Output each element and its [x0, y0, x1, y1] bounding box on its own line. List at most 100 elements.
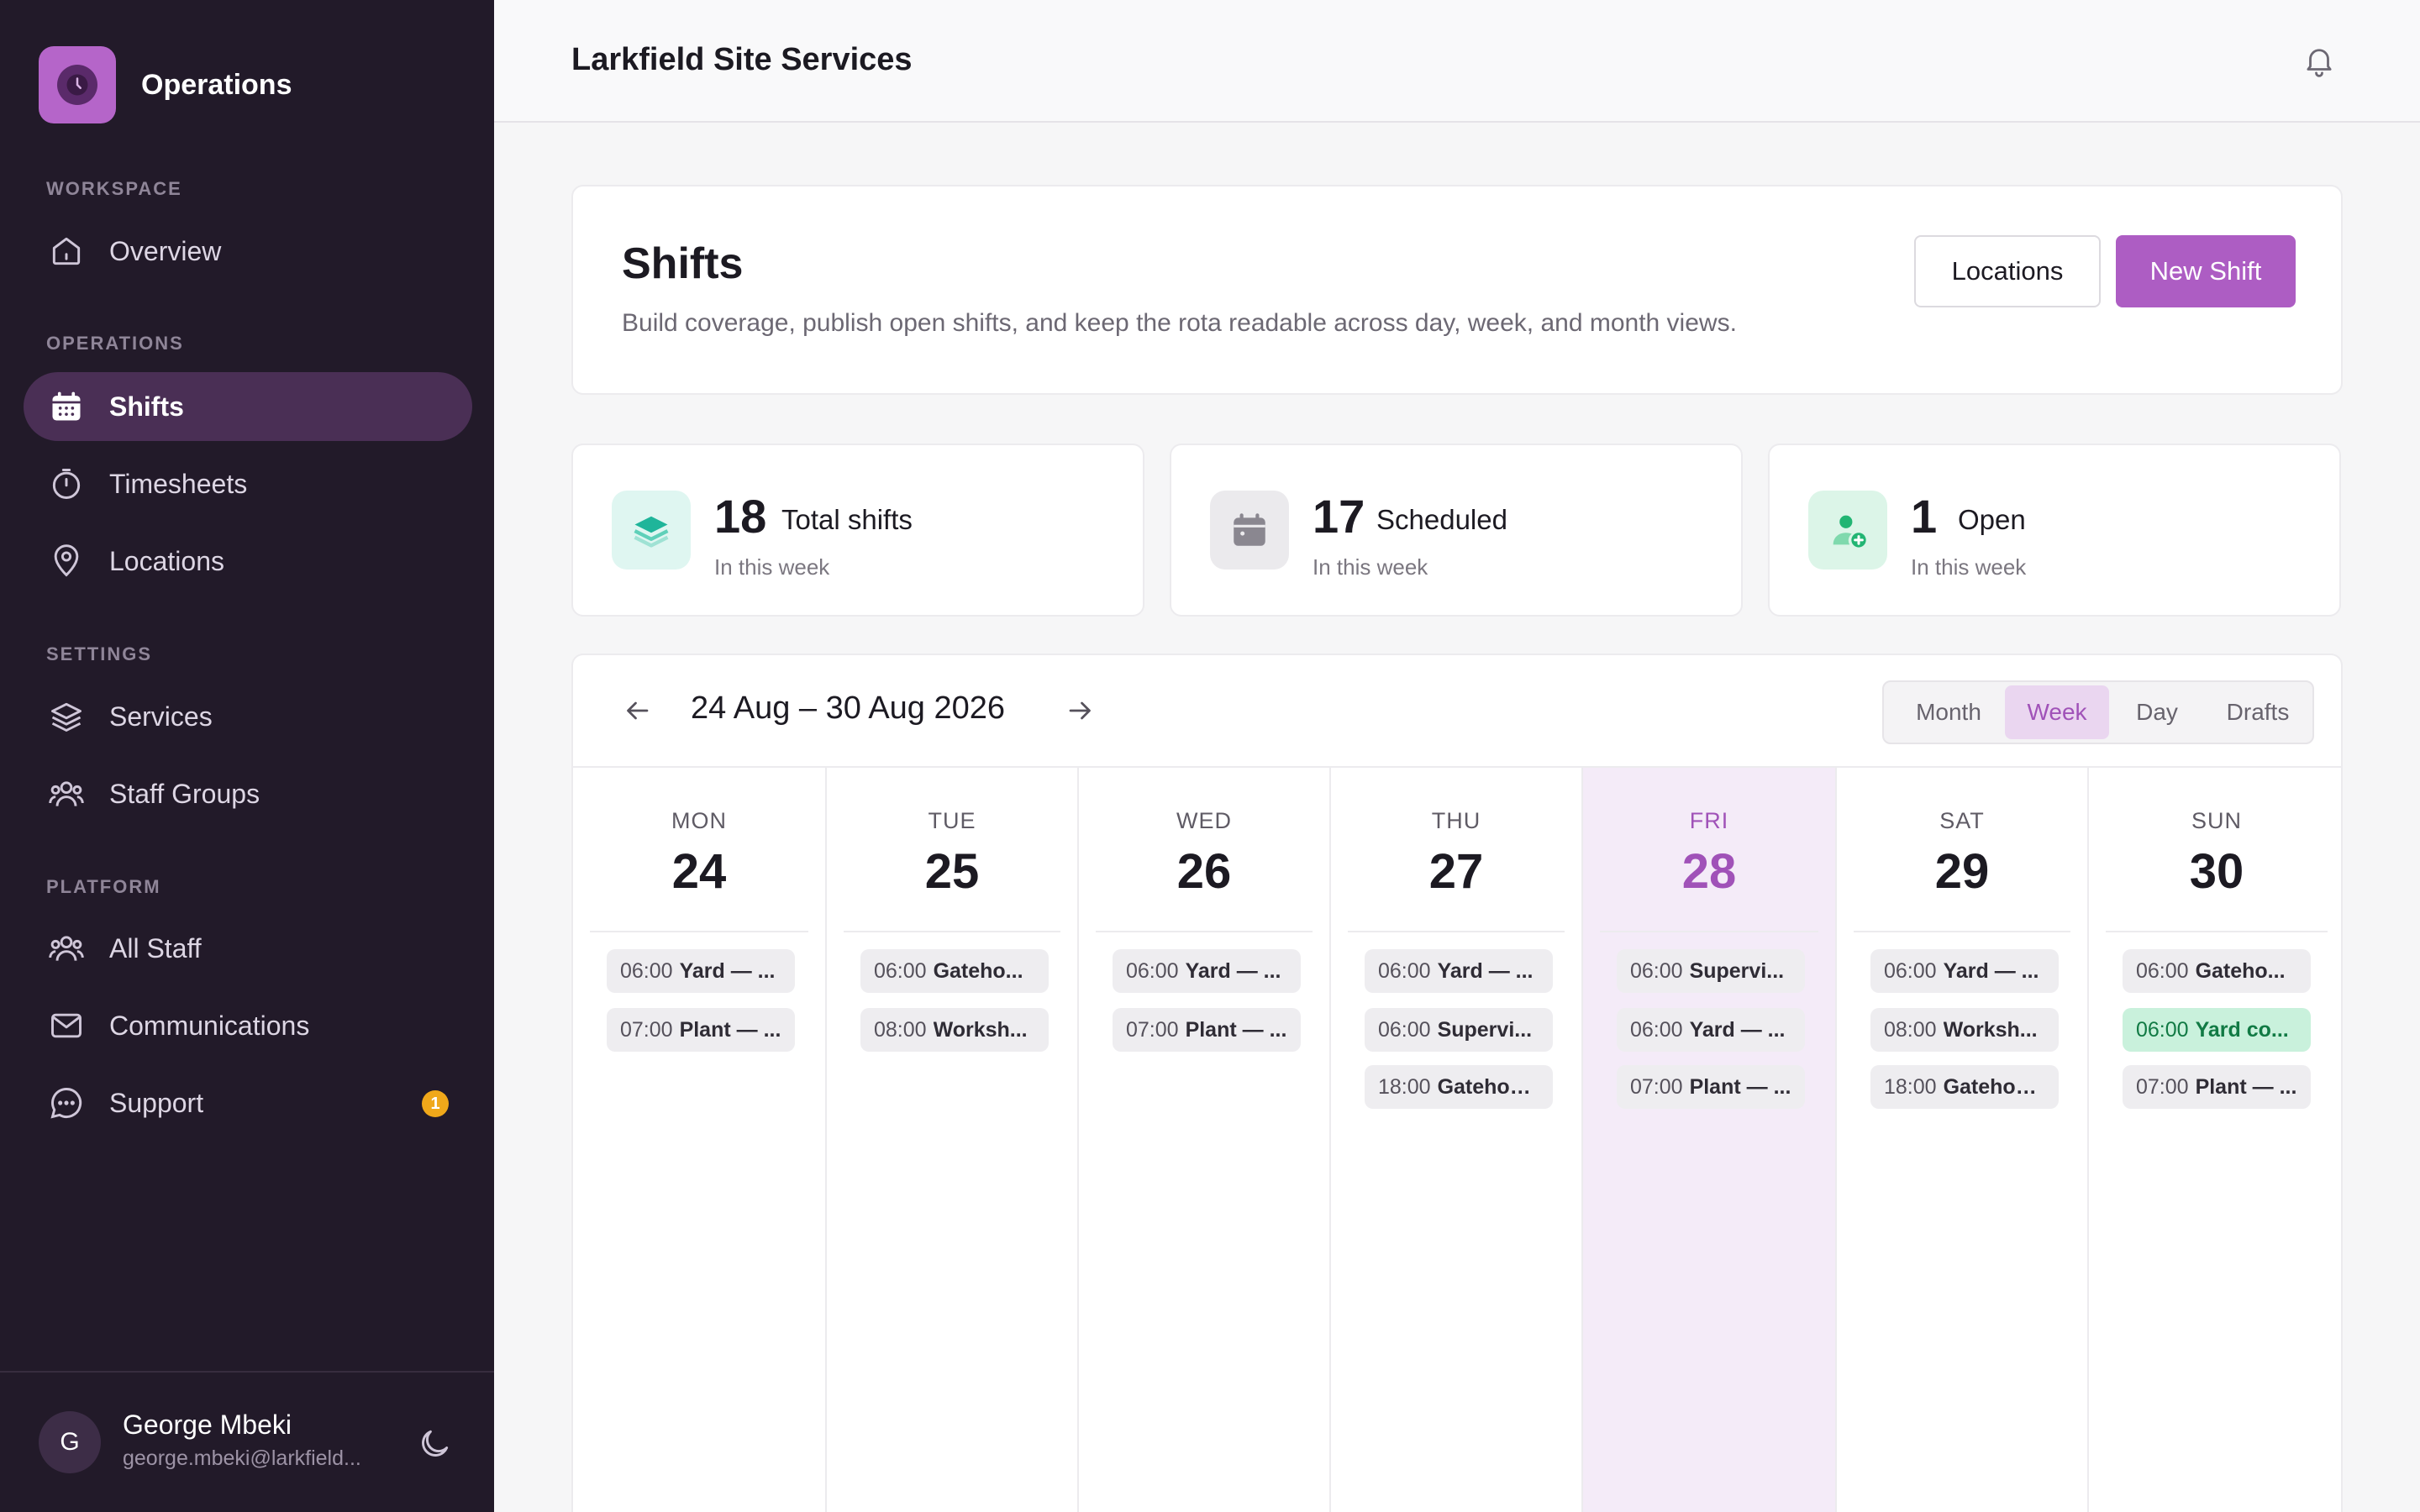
shift-time: 06:00	[1126, 958, 1179, 983]
support-badge: 1	[422, 1090, 449, 1117]
sidebar-item-support[interactable]: Support 1	[24, 1068, 472, 1137]
sidebar-item-services[interactable]: Services	[24, 682, 472, 751]
stat-card-total: 18 Total shifts In this week	[571, 444, 1144, 617]
shift-time: 06:00	[2136, 958, 2189, 983]
shift-name: Yard — ...	[1437, 958, 1534, 983]
sidebar-item-shifts[interactable]: Shifts	[24, 372, 472, 441]
shift-chip[interactable]: 06:00 Supervi...	[1617, 949, 1805, 993]
arrow-right-icon[interactable]	[1059, 689, 1102, 732]
sidebar-item-timesheets[interactable]: Timesheets	[24, 449, 472, 518]
arrow-left-icon[interactable]	[615, 689, 659, 732]
shift-time: 18:00	[1378, 1074, 1431, 1099]
view-switcher: Month Week Day Drafts	[1882, 680, 2314, 744]
shift-chip[interactable]: 07:00 Plant — ...	[2123, 1065, 2311, 1109]
shift-chip[interactable]: 07:00 Plant — ...	[1617, 1065, 1805, 1109]
shift-name: Gatehou...	[1437, 1074, 1539, 1099]
shift-name: Worksh...	[933, 1017, 1028, 1042]
view-drafts-tab[interactable]: Drafts	[2205, 685, 2311, 739]
shift-name: Yard — ...	[1943, 958, 2039, 983]
bell-icon[interactable]	[2299, 40, 2339, 81]
shift-chip[interactable]: 08:00 Worksh...	[1870, 1008, 2059, 1052]
shift-name: Plant — ...	[1689, 1074, 1791, 1099]
section-label-platform: PLATFORM	[46, 876, 161, 897]
shift-chip[interactable]: 07:00 Plant — ...	[607, 1008, 795, 1052]
shift-chip[interactable]: 06:00 Yard — ...	[1113, 949, 1301, 993]
avatar[interactable]: G	[39, 1411, 101, 1473]
shift-time: 06:00	[1884, 958, 1937, 983]
shift-name: Supervi...	[1437, 1017, 1533, 1042]
shift-time: 06:00	[620, 958, 673, 983]
shift-chip[interactable]: 06:00 Supervi...	[1365, 1008, 1553, 1052]
day-number: 24	[671, 844, 727, 899]
day-column-mon: MON 24 06:00 Yard — ... 07:00 Plant — ...	[573, 768, 827, 1512]
view-month-tab[interactable]: Month	[1891, 685, 2007, 739]
shift-name: Gateho...	[933, 958, 1023, 983]
day-name: THU	[1431, 808, 1481, 833]
brand[interactable]: Operations	[39, 46, 292, 123]
sidebar-item-locations[interactable]: Locations	[24, 527, 472, 596]
shift-chip[interactable]: 06:00 Gateho...	[860, 949, 1049, 993]
shift-time: 07:00	[1126, 1017, 1179, 1042]
date-range-label: 24 Aug – 30 Aug 2026	[691, 690, 1006, 726]
sidebar: Operations WORKSPACE Overview OPERATIONS…	[0, 0, 494, 1512]
sidebar-item-staff-groups[interactable]: Staff Groups	[24, 759, 472, 828]
user-name: George Mbeki	[123, 1410, 292, 1440]
sidebar-item-all-staff[interactable]: All Staff	[24, 914, 472, 983]
shift-name: Gatehou...	[1943, 1074, 2045, 1099]
shift-name: Plant — ...	[2195, 1074, 2297, 1099]
shift-time: 06:00	[1378, 1017, 1431, 1042]
sidebar-item-label: Timesheets	[109, 468, 248, 499]
open-shift-chip[interactable]: 06:00 Yard co...	[2123, 1008, 2311, 1052]
stat-value: 17	[1313, 490, 1365, 543]
stopwatch-icon	[47, 465, 86, 503]
shift-chip[interactable]: 06:00 Yard — ...	[1617, 1008, 1805, 1052]
moon-icon[interactable]	[415, 1425, 454, 1463]
map-pin-icon	[47, 542, 86, 580]
locations-button[interactable]: Locations	[1914, 235, 2101, 307]
calendar-toolbar: 24 Aug – 30 Aug 2026 Month Week Day Draf…	[573, 655, 2341, 768]
page-title: Shifts	[622, 239, 744, 288]
shift-time: 07:00	[1630, 1074, 1683, 1099]
shift-chip[interactable]: 18:00 Gatehou...	[1870, 1065, 2059, 1109]
shift-chip[interactable]: 06:00 Yard — ...	[607, 949, 795, 993]
user-panel: G George Mbeki george.mbeki@larkfield...	[0, 1371, 494, 1512]
day-name: TUE	[928, 808, 976, 833]
mail-icon	[47, 1006, 86, 1045]
layers-icon	[47, 697, 86, 736]
day-header: WED 26	[1079, 768, 1329, 932]
day-number: 30	[2189, 844, 2244, 899]
view-week-tab[interactable]: Week	[2005, 685, 2109, 739]
sidebar-item-overview[interactable]: Overview	[24, 217, 472, 286]
day-name: SAT	[1939, 808, 1985, 833]
shift-chip[interactable]: 06:00 Gateho...	[2123, 949, 2311, 993]
shift-time: 08:00	[1884, 1017, 1937, 1042]
shift-chip[interactable]: 06:00 Yard — ...	[1365, 949, 1553, 993]
shift-chip[interactable]: 08:00 Worksh...	[860, 1008, 1049, 1052]
day-column-tue: TUE 25 06:00 Gateho... 08:00 Worksh...	[827, 768, 1079, 1512]
day-column-fri: FRI 28 06:00 Supervi... 06:00 Yard — ... 0…	[1583, 768, 1837, 1512]
shift-chip[interactable]: 06:00 Yard — ...	[1870, 949, 2059, 993]
week-calendar: 24 Aug – 30 Aug 2026 Month Week Day Draf…	[571, 654, 2343, 1512]
day-column-sat: SAT 29 06:00 Yard — ... 08:00 Worksh... 18…	[1837, 768, 2089, 1512]
shift-chip[interactable]: 07:00 Plant — ...	[1113, 1008, 1301, 1052]
stat-label: Scheduled	[1376, 504, 1507, 535]
view-day-tab[interactable]: Day	[2111, 685, 2203, 739]
page-description: Build coverage, publish open shifts, and…	[622, 309, 1737, 337]
day-name: MON	[671, 808, 727, 833]
new-shift-button[interactable]: New Shift	[2116, 235, 2296, 307]
shift-name: Plant — ...	[679, 1017, 781, 1042]
shift-time: 08:00	[874, 1017, 927, 1042]
section-label-operations: OPERATIONS	[46, 333, 184, 354]
calendar-icon	[1210, 491, 1289, 570]
shift-chip[interactable]: 18:00 Gatehou...	[1365, 1065, 1553, 1109]
shift-time: 07:00	[2136, 1074, 2189, 1099]
section-label-settings: SETTINGS	[46, 643, 153, 664]
sidebar-item-communications[interactable]: Communications	[24, 991, 472, 1060]
day-header: SUN 30	[2089, 768, 2341, 932]
stat-subtext: In this week	[714, 554, 830, 580]
shift-time: 06:00	[1378, 958, 1431, 983]
shift-time: 06:00	[2136, 1017, 2189, 1042]
stat-value: 1	[1911, 490, 1938, 543]
shift-name: Yard — ...	[679, 958, 776, 983]
stat-subtext: In this week	[1313, 554, 1428, 580]
